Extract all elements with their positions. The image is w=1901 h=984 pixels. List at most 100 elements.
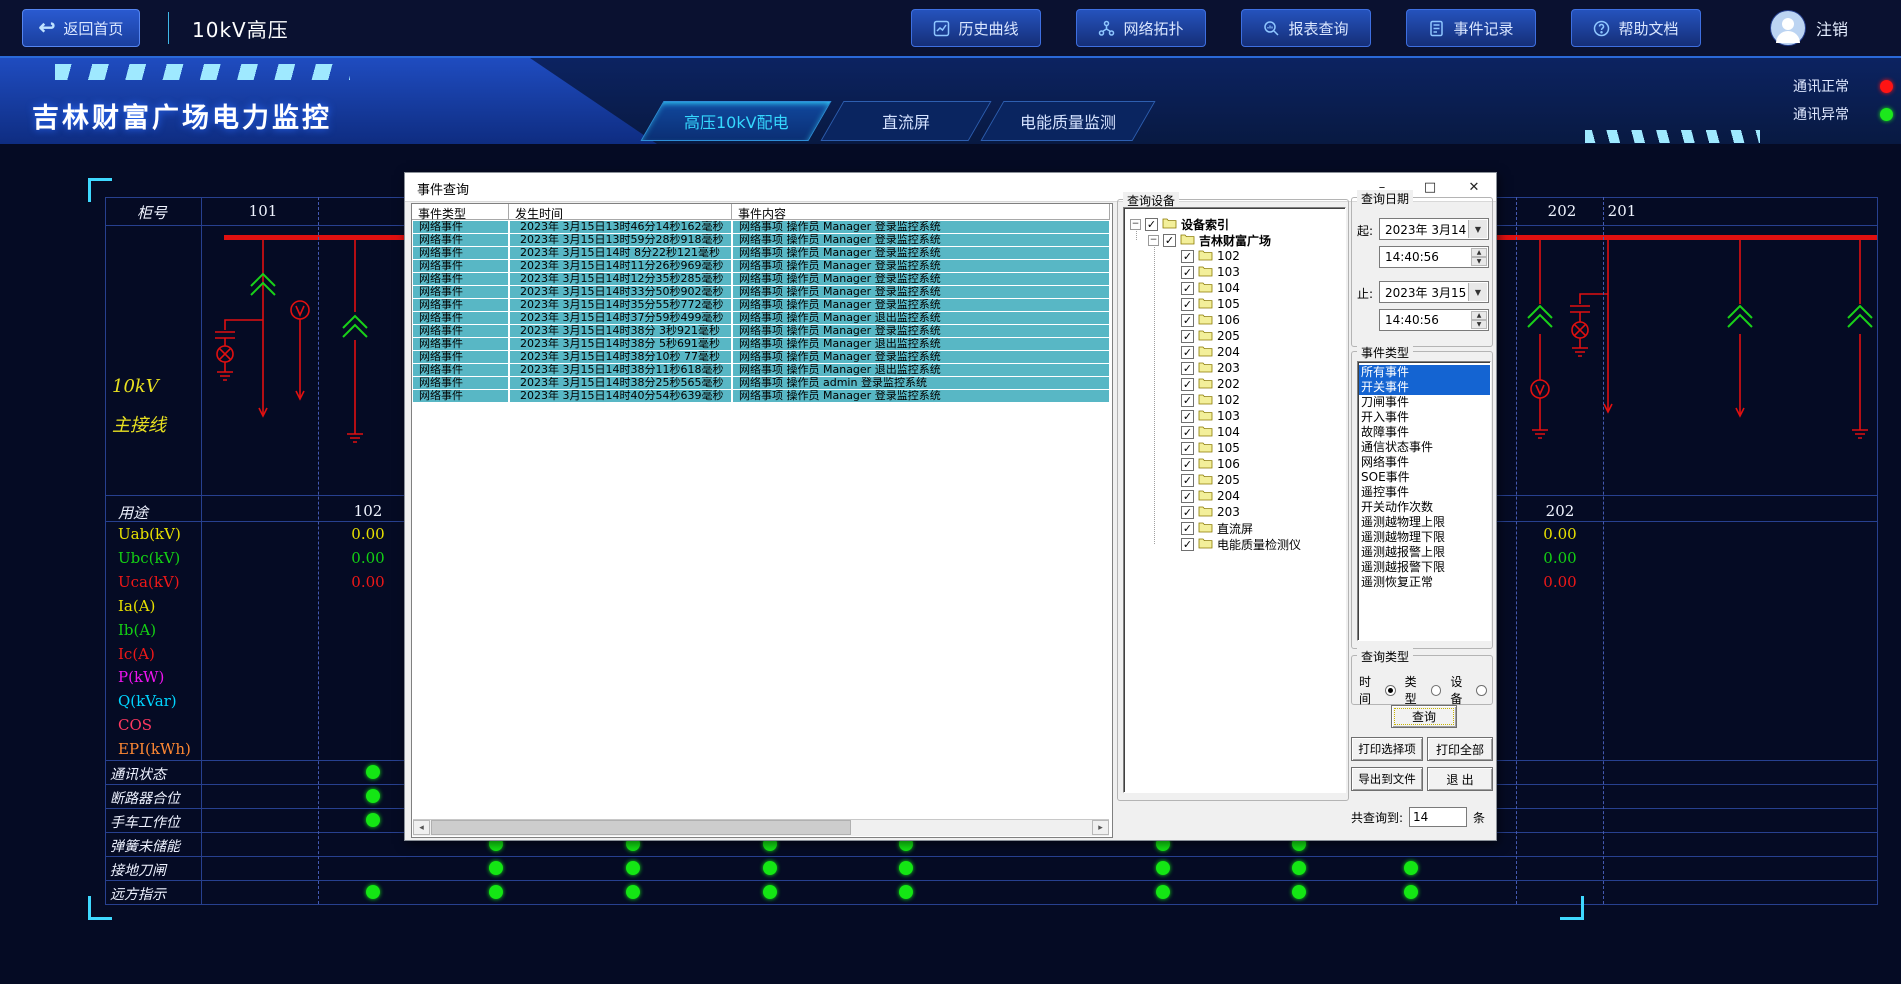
event-type-option[interactable]: SOE事件 [1359,470,1490,485]
tree-item[interactable]: ✓102 [1166,248,1240,264]
nav-report-search-button[interactable]: 报表查询 [1241,9,1371,47]
checkbox-checked-icon[interactable]: ✓ [1181,522,1194,535]
event-type-option[interactable]: 刀闸事件 [1359,395,1490,410]
spin-down-icon[interactable]: ▼ [1471,320,1487,329]
event-row-cell[interactable]: 2023年 3月15日14时38分 5秒691毫秒 [510,338,731,350]
tree-item[interactable]: ✓103 [1166,264,1240,280]
checkbox-checked-icon[interactable]: ✓ [1181,266,1194,279]
event-row-cell[interactable]: 网络事项 操作员 Manager 登录监控系统 [733,273,1109,285]
event-row-cell[interactable]: 网络事项 操作员 Manager 登录监控系统 [733,286,1109,298]
result-count-field[interactable]: 14 [1409,807,1467,827]
nav-event-log-button[interactable]: 事件记录 [1406,9,1536,47]
tree-item[interactable]: −✓设备索引 [1130,216,1229,232]
event-row-cell[interactable]: 2023年 3月15日14时33分50秒902毫秒 [510,286,731,298]
nav-history-curve-button[interactable]: 历史曲线 [911,9,1041,47]
horizontal-scrollbar[interactable]: ◂ ▸ [413,819,1109,836]
event-row-cell[interactable]: 网络事件 [413,286,508,298]
event-type-option[interactable]: 遥测越报警下限 [1359,560,1490,575]
event-row-cell[interactable]: 网络事项 操作员 Manager 登录监控系统 [733,299,1109,311]
tree-item[interactable]: ✓106 [1166,456,1240,472]
back-home-button[interactable]: ↩ 返回首页 [22,9,140,47]
event-row-cell[interactable]: 网络事件 [413,390,508,402]
event-type-option[interactable]: 开关事件 [1359,380,1490,395]
print-all-button[interactable]: 打印全部 [1427,737,1493,761]
chevron-down-icon[interactable]: ▼ [1468,283,1487,301]
exit-button[interactable]: 退 出 [1427,767,1493,791]
radio-unchecked-icon[interactable] [1431,685,1442,696]
event-row-cell[interactable]: 网络事项 操作员 Manager 登录监控系统 [733,221,1109,233]
tree-item[interactable]: ✓电能质量检测仪 [1166,536,1301,552]
event-row-cell[interactable]: 网络事项 操作员 Manager 登录监控系统 [733,390,1109,402]
checkbox-checked-icon[interactable]: ✓ [1145,218,1158,231]
tree-item[interactable]: ✓202 [1166,376,1240,392]
checkbox-checked-icon[interactable]: ✓ [1181,458,1194,471]
event-type-option[interactable]: 开入事件 [1359,410,1490,425]
event-row-cell[interactable]: 网络事件 [413,325,508,337]
tree-item[interactable]: −✓吉林财富广场 [1148,232,1271,248]
checkbox-checked-icon[interactable]: ✓ [1181,442,1194,455]
event-column-header[interactable]: 发生时间 [509,204,732,220]
tree-item[interactable]: ✓204 [1166,488,1240,504]
checkbox-checked-icon[interactable]: ✓ [1181,426,1194,439]
checkbox-checked-icon[interactable]: ✓ [1181,250,1194,263]
event-row-cell[interactable]: 网络事件 [413,351,508,363]
event-row-cell[interactable]: 网络事件 [413,299,508,311]
scrollbar-thumb[interactable] [431,820,851,835]
checkbox-checked-icon[interactable]: ✓ [1181,394,1194,407]
event-row-cell[interactable]: 网络事项 操作员 Manager 登录监控系统 [733,260,1109,272]
close-icon[interactable]: ✕ [1457,176,1491,198]
event-row-cell[interactable]: 2023年 3月15日14时35分55秒772毫秒 [510,299,731,311]
event-row-cell[interactable]: 网络事件 [413,247,508,259]
to-date-combobox[interactable]: 2023年 3月15日▼ [1379,281,1489,303]
logout-link[interactable]: 注销 [1816,16,1848,40]
scroll-left-icon[interactable]: ◂ [413,820,430,835]
event-row-cell[interactable]: 网络事件 [413,312,508,324]
event-row-cell[interactable]: 2023年 3月15日14时 8分22秒121毫秒 [510,247,731,259]
dialog-title-bar[interactable]: 事件查询 – □ ✕ [405,173,1496,202]
event-type-option[interactable]: 所有事件 [1359,365,1490,380]
event-row-cell[interactable]: 2023年 3月15日14时40分54秒639毫秒 [510,390,731,402]
event-row-cell[interactable]: 2023年 3月15日14时12分35秒285毫秒 [510,273,731,285]
tree-item[interactable]: ✓102 [1166,392,1240,408]
tree-item[interactable]: ✓205 [1166,328,1240,344]
checkbox-checked-icon[interactable]: ✓ [1181,314,1194,327]
event-row-cell[interactable]: 网络事项 操作员 Manager 退出监控系统 [733,364,1109,376]
spin-up-icon[interactable]: ▲ [1471,311,1487,320]
print-selected-button[interactable]: 打印选择项 [1351,737,1423,761]
event-row-cell[interactable]: 2023年 3月15日14时38分11秒618毫秒 [510,364,731,376]
event-type-option[interactable]: 遥测恢复正常 [1359,575,1490,590]
event-row-cell[interactable]: 2023年 3月15日14时38分25秒565毫秒 [510,377,731,389]
tree-item[interactable]: ✓203 [1166,504,1240,520]
event-row-cell[interactable]: 网络事件 [413,273,508,285]
from-date-combobox[interactable]: 2023年 3月14日▼ [1379,218,1489,240]
event-type-option[interactable]: 故障事件 [1359,425,1490,440]
event-type-option[interactable]: 遥测越物理上限 [1359,515,1490,530]
checkbox-checked-icon[interactable]: ✓ [1163,234,1176,247]
scroll-right-icon[interactable]: ▸ [1092,820,1109,835]
tree-item[interactable]: ✓105 [1166,296,1240,312]
event-type-option[interactable]: 遥控事件 [1359,485,1490,500]
event-row-cell[interactable]: 网络事件 [413,221,508,233]
checkbox-checked-icon[interactable]: ✓ [1181,410,1194,423]
checkbox-checked-icon[interactable]: ✓ [1181,506,1194,519]
event-row-cell[interactable]: 网络事项 操作员 Manager 登录监控系统 [733,247,1109,259]
event-row-cell[interactable]: 网络事项 操作员 Manager 登录监控系统 [733,234,1109,246]
tree-item[interactable]: ✓105 [1166,440,1240,456]
event-type-option[interactable]: 网络事件 [1359,455,1490,470]
event-row-cell[interactable]: 网络事项 操作员 admin 登录监控系统 [733,377,1109,389]
event-type-option[interactable]: 开关动作次数 [1359,500,1490,515]
checkbox-checked-icon[interactable]: ✓ [1181,330,1194,343]
tree-item[interactable]: ✓104 [1166,280,1240,296]
event-type-option[interactable]: 遥测越物理下限 [1359,530,1490,545]
event-row-cell[interactable]: 网络事件 [413,234,508,246]
checkbox-checked-icon[interactable]: ✓ [1181,490,1194,503]
event-row-cell[interactable]: 网络事项 操作员 Manager 退出监控系统 [733,312,1109,324]
tree-item[interactable]: ✓直流屏 [1166,520,1253,536]
tree-item[interactable]: ✓104 [1166,424,1240,440]
export-button[interactable]: 导出到文件 [1351,767,1423,791]
event-row-cell[interactable]: 网络事项 操作员 Manager 退出监控系统 [733,338,1109,350]
checkbox-checked-icon[interactable]: ✓ [1181,298,1194,311]
event-type-option[interactable]: 遥测越报警上限 [1359,545,1490,560]
query-button[interactable]: 查询 [1391,705,1457,728]
to-time-spinner[interactable]: 14:40:56 ▲▼ [1379,309,1489,331]
